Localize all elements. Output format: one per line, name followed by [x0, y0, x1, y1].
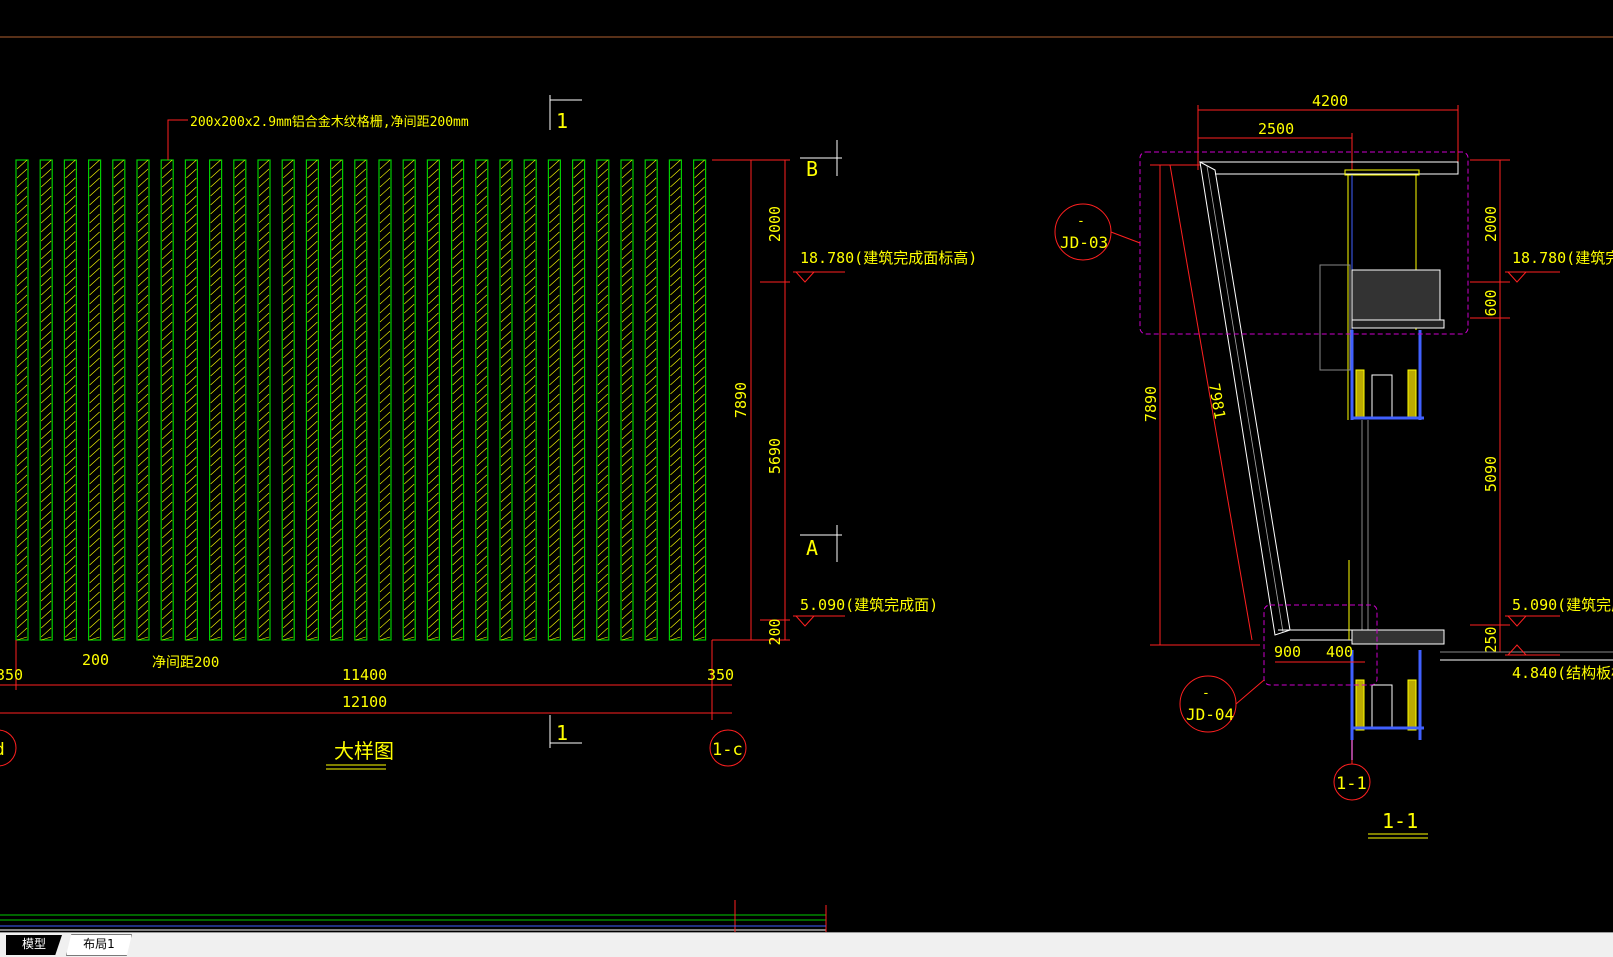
svg-text:5.090(建筑完成: 5.090(建筑完成 — [1512, 596, 1613, 614]
left-view-title: 大样图 — [334, 739, 394, 763]
dim-900: 900 — [1274, 643, 1301, 661]
louver-bar — [233, 159, 247, 641]
dim-250: 250 — [1482, 626, 1500, 653]
cad-drawing[interactable]: 200x200x2.9mm铝合金木纹格栅,净间距200mm 1 1 7890 2… — [0, 0, 1613, 932]
louver-bar — [596, 159, 610, 641]
louver-bar — [451, 159, 465, 641]
louver-bar — [499, 159, 513, 641]
louver-bar — [39, 159, 53, 641]
tab-layout1[interactable]: 布局1 — [66, 934, 132, 956]
detail-bubble-jd04: - JD-04 — [1179, 675, 1265, 733]
dim-5090: 5090 — [1482, 456, 1500, 492]
louver-bar — [15, 159, 29, 641]
svg-text:1: 1 — [556, 109, 568, 133]
elevation-top-left: 18.780(建筑完成面标高) — [793, 249, 977, 283]
louver-bar — [620, 159, 634, 641]
dim-4200: 4200 — [1312, 92, 1348, 110]
layout-tab-bar: 模型 布局1 — [0, 932, 1613, 957]
louver-bar — [63, 159, 78, 641]
louver-bar — [136, 159, 150, 641]
louver-bar — [571, 159, 586, 641]
louver-bar — [209, 159, 223, 641]
axis-a-mark: A — [800, 525, 842, 562]
elevation-top-right: 18.780(建筑完 — [1505, 249, 1613, 283]
dim-11400: 11400 — [342, 666, 387, 684]
note-leader — [167, 119, 188, 160]
dim-400: 400 — [1326, 643, 1353, 661]
louver-bar — [330, 159, 344, 641]
dim-7890-right: 7890 — [1142, 386, 1160, 422]
grid-bubble-left: 1-d — [0, 729, 17, 767]
svg-text:1-d: 1-d — [0, 740, 5, 760]
svg-text:18.780(建筑完成面标高): 18.780(建筑完成面标高) — [800, 249, 977, 267]
louver-bar — [87, 159, 102, 641]
louver-note: 200x200x2.9mm铝合金木纹格栅,净间距200mm — [190, 114, 469, 130]
svg-text:4.840(结构板标: 4.840(结构板标 — [1512, 664, 1613, 682]
axis-b-mark: B — [800, 140, 842, 181]
louver-bar — [644, 159, 658, 641]
dim-2500: 2500 — [1258, 120, 1294, 138]
dim-350-right: 350 — [707, 666, 734, 684]
dim-200-v: 200 — [766, 618, 784, 645]
louver-bar — [184, 159, 198, 641]
dim-2000: 2000 — [766, 206, 784, 242]
section-mark-bottom: 1 — [549, 715, 582, 748]
louver-bar — [281, 159, 295, 641]
dim-12100: 12100 — [342, 693, 387, 711]
dim-5690: 5690 — [766, 438, 784, 474]
louver-bar — [378, 159, 392, 641]
svg-text:A: A — [806, 536, 818, 560]
section-bubble-1-1: 1-1 — [1333, 740, 1371, 801]
svg-text:-: - — [1077, 214, 1085, 229]
louver-bar — [426, 159, 440, 641]
drawing-canvas[interactable]: 200x200x2.9mm铝合金木纹格栅,净间距200mm 1 1 7890 2… — [0, 0, 1613, 932]
svg-text:JD-03: JD-03 — [1060, 233, 1108, 252]
svg-text:1-1: 1-1 — [1336, 774, 1367, 794]
louver-bar — [160, 159, 174, 641]
clear-gap-label: 净间距200 — [152, 655, 219, 671]
svg-text:5.090(建筑完成面): 5.090(建筑完成面) — [800, 596, 938, 614]
dim-350-left: 350 — [0, 666, 23, 684]
louver-bar — [112, 159, 126, 641]
louver-bar — [523, 159, 537, 641]
svg-text:18.780(建筑完: 18.780(建筑完 — [1512, 249, 1613, 267]
right-view-title: 1-1 — [1382, 809, 1418, 833]
bottom-partial-geometry — [0, 900, 827, 932]
tab-model[interactable]: 模型 — [6, 935, 62, 955]
louver-bar — [354, 159, 368, 641]
dim-7981: 7981 — [1205, 382, 1229, 421]
svg-text:B: B — [806, 157, 818, 181]
dim-600: 600 — [1482, 289, 1500, 316]
louver-bar — [402, 159, 416, 641]
detail-bubble-jd03: - JD-03 — [1054, 203, 1141, 261]
dim-7890: 7890 — [732, 382, 750, 418]
elevation-low-right: 4.840(结构板标 — [1505, 644, 1613, 682]
louver-bar — [305, 159, 319, 641]
louver-bar — [547, 159, 562, 641]
svg-text:1-c: 1-c — [712, 740, 743, 760]
dim-2000-right: 2000 — [1482, 206, 1500, 242]
louver-bar — [475, 159, 489, 641]
dim-200: 200 — [82, 651, 109, 669]
grid-bubble-right: 1-c — [709, 729, 747, 767]
svg-text:JD-04: JD-04 — [1186, 705, 1234, 724]
elevation-bottom-left: 5.090(建筑完成面) — [793, 596, 938, 627]
elevation-mid-right: 5.090(建筑完成 — [1505, 596, 1613, 627]
section-mark-top: 1 — [549, 95, 582, 133]
svg-text:-: - — [1202, 686, 1210, 701]
louver-bar — [692, 159, 707, 641]
louver-group — [15, 159, 707, 641]
svg-text:1: 1 — [556, 721, 568, 745]
bottom-beam — [1278, 629, 1361, 641]
louver-bar — [668, 159, 683, 641]
louver-bar — [257, 159, 271, 641]
